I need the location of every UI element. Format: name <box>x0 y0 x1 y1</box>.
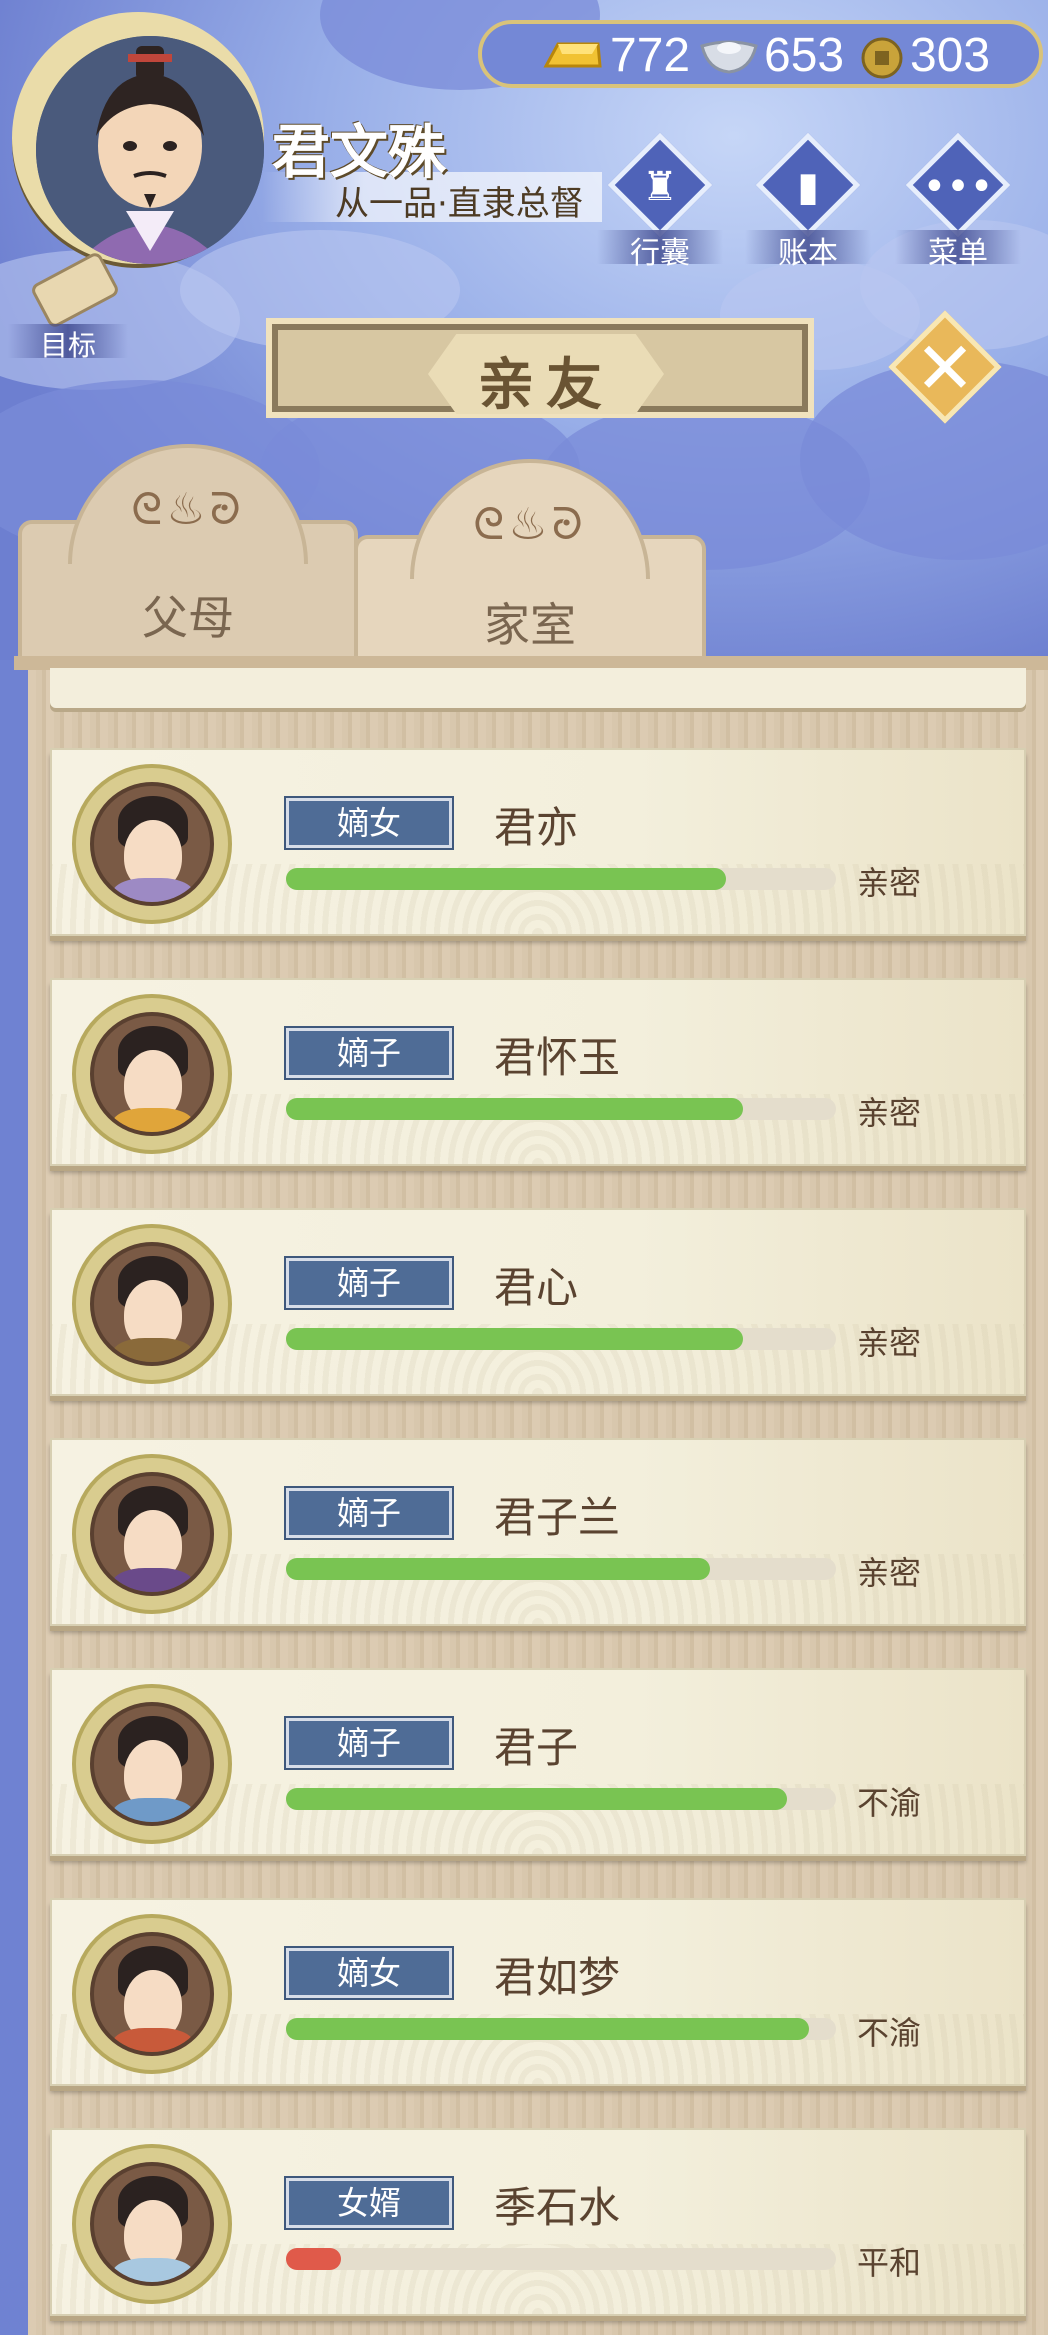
member-portrait <box>90 782 214 906</box>
role-badge: 女婿 <box>284 2176 454 2230</box>
role-badge: 嫡女 <box>284 796 454 850</box>
portrait-frame <box>72 1914 232 2074</box>
intimacy-bar <box>286 2248 836 2270</box>
panel-side-strip <box>0 660 28 2335</box>
coin-amount: 303 <box>910 29 991 82</box>
member-name: 季石水 <box>494 2183 621 2232</box>
tab-parents-label: 父母 <box>142 591 234 645</box>
gold-amount: 772 <box>610 29 691 82</box>
relation-status: 平和 <box>857 2244 922 2282</box>
title-banner: 亲友 <box>266 318 814 418</box>
portrait-frame <box>72 764 232 924</box>
portrait-frame <box>72 1684 232 1844</box>
intimacy-bar-fill <box>286 2248 341 2270</box>
bag-button[interactable]: ♜ 行囊 <box>597 132 723 271</box>
intimacy-bar-fill <box>286 1788 787 1810</box>
relation-status: 亲密 <box>857 864 922 902</box>
player-avatar-frame[interactable] <box>12 12 264 264</box>
ledger-button[interactable]: ▮ 账本 <box>745 132 871 271</box>
player-avatar[interactable] <box>36 36 264 264</box>
intimacy-bar <box>286 868 836 890</box>
member-portrait <box>90 1472 214 1596</box>
relation-status: 不渝 <box>857 2014 922 2052</box>
intimacy-bar <box>286 1558 836 1580</box>
relation-status: 不渝 <box>857 1784 922 1822</box>
member-portrait <box>90 1702 214 1826</box>
gold-ingot-icon <box>543 42 602 68</box>
silver-amount: 653 <box>764 29 845 82</box>
member-name: 君子 <box>494 1723 579 1772</box>
tab-parents[interactable]: ᘓ♨ᘒ 父母 <box>18 444 358 670</box>
member-card[interactable]: 嫡子 君子 不渝 <box>50 1668 1026 1856</box>
ledger-icon: ▮ <box>796 164 819 210</box>
intimacy-bar <box>286 1788 836 1810</box>
tab-family[interactable]: ᘓ♨ᘒ 家室 <box>354 459 706 670</box>
close-icon[interactable]: ✕ <box>897 325 993 421</box>
intimacy-bar-fill <box>286 1328 743 1350</box>
member-name: 君子兰 <box>494 1493 621 1542</box>
cloud-ornament-icon: ᘓ♨ᘒ <box>131 484 245 535</box>
relation-status: 亲密 <box>857 1094 922 1132</box>
portrait-frame <box>72 1224 232 1384</box>
cloud-ornament-icon: ᘓ♨ᘒ <box>473 499 587 550</box>
member-name: 君心 <box>494 1263 579 1312</box>
member-card[interactable]: 嫡子 君子兰 亲密 <box>50 1438 1026 1626</box>
page-title: 亲友 <box>478 353 614 418</box>
player-portrait <box>36 36 264 264</box>
player-rank: 从一品·直隶总督 <box>335 184 584 224</box>
member-card[interactable]: 嫡子 君怀玉 亲密 <box>50 978 1026 1166</box>
role-badge: 嫡子 <box>284 1026 454 1080</box>
scroll-icon <box>29 250 121 330</box>
role-badge: 嫡子 <box>284 1716 454 1770</box>
silver-ingot-icon <box>700 40 758 74</box>
member-portrait <box>90 1242 214 1366</box>
member-name: 君怀玉 <box>494 1033 621 1082</box>
list-item-partial <box>50 668 1026 708</box>
member-card[interactable]: 嫡女 君亦 亲密 <box>50 748 1026 936</box>
role-badge: 嫡子 <box>284 1486 454 1540</box>
member-portrait <box>90 1932 214 2056</box>
member-card[interactable]: 嫡子 君心 亲密 <box>50 1208 1026 1396</box>
intimacy-bar-fill <box>286 1098 743 1120</box>
goal-button[interactable]: 目标 <box>8 250 128 362</box>
menu-button[interactable]: ••• 菜单 <box>895 132 1021 271</box>
member-name: 君亦 <box>494 803 579 852</box>
relation-status: 亲密 <box>857 1324 922 1362</box>
role-badge: 嫡子 <box>284 1256 454 1310</box>
menu-button-label: 菜单 <box>928 236 988 271</box>
goal-label: 目标 <box>8 324 128 362</box>
copper-coin-icon <box>861 37 903 79</box>
member-card[interactable]: 嫡女 君如梦 不渝 <box>50 1898 1026 2086</box>
intimacy-bar-fill <box>286 868 726 890</box>
role-badge: 嫡女 <box>284 1946 454 2000</box>
member-name: 君如梦 <box>494 1953 621 2002</box>
bag-icon: ♜ <box>642 164 678 210</box>
relation-status: 亲密 <box>857 1554 922 1592</box>
bag-button-label: 行囊 <box>630 236 690 271</box>
intimacy-bar-fill <box>286 2018 809 2040</box>
portrait-frame <box>72 994 232 1154</box>
intimacy-bar <box>286 1098 836 1120</box>
ledger-button-label: 账本 <box>778 236 838 271</box>
currency-bar: 772 653 303 <box>478 20 1043 88</box>
intimacy-bar <box>286 2018 836 2040</box>
member-portrait <box>90 2162 214 2286</box>
member-card[interactable]: 女婿 季石水 平和 <box>50 2128 1026 2316</box>
member-portrait <box>90 1012 214 1136</box>
intimacy-bar <box>286 1328 836 1350</box>
tab-family-label: 家室 <box>484 598 576 652</box>
portrait-frame <box>72 2144 232 2304</box>
menu-icon: ••• <box>922 164 994 210</box>
intimacy-bar-fill <box>286 1558 710 1580</box>
portrait-frame <box>72 1454 232 1614</box>
